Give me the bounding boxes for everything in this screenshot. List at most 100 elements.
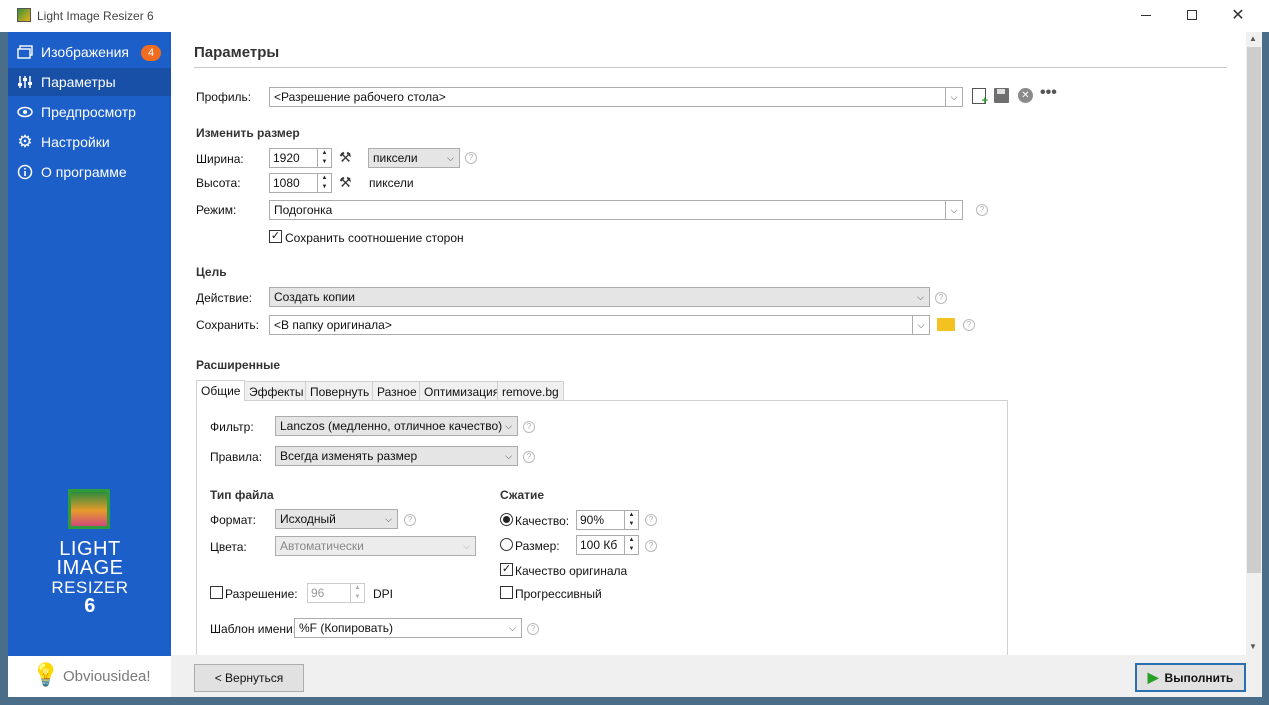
original-quality-checkbox[interactable]: ✓: [500, 563, 513, 576]
bottom-bar: [171, 655, 1262, 697]
action-select[interactable]: Создать копии ⌵: [269, 287, 930, 307]
scrollbar-thumb[interactable]: [1247, 47, 1261, 573]
help-icon[interactable]: ?: [404, 514, 416, 526]
rules-label: Правила:: [210, 450, 263, 464]
magic-wand-icon[interactable]: ⚒: [339, 149, 352, 166]
title-bar: Light Image Resizer 6 ✕: [0, 0, 1269, 32]
sidebar-item-label: О программе: [41, 164, 127, 180]
title-divider: [194, 67, 1227, 68]
spin-buttons[interactable]: ▲ ▼: [317, 174, 331, 192]
tab-general[interactable]: Общие: [196, 380, 246, 401]
mode-select[interactable]: Подогонка ⌵: [269, 200, 963, 220]
images-count-badge: 4: [141, 45, 161, 61]
new-profile-icon[interactable]: +: [972, 88, 988, 107]
quality-input[interactable]: 90% ▲ ▼: [576, 510, 639, 530]
folder-icon[interactable]: [937, 318, 955, 331]
play-icon: ▶: [1147, 669, 1159, 685]
progressive-checkbox[interactable]: [500, 586, 513, 599]
filter-select[interactable]: Lanczos (медленно, отличное качество) ⌵: [275, 416, 518, 436]
app-logo-text: LIGHT IMAGE RESIZER 6: [51, 538, 129, 617]
name-template-label: Шаблон имени:: [210, 622, 297, 636]
help-icon[interactable]: ?: [523, 421, 535, 433]
run-button[interactable]: ▶ Выполнить: [1135, 663, 1246, 692]
spin-buttons[interactable]: ▲ ▼: [350, 584, 364, 602]
more-options-icon[interactable]: •••: [1040, 85, 1058, 102]
filter-label: Фильтр:: [210, 420, 254, 434]
unit-select[interactable]: пиксели ⌵: [368, 148, 460, 168]
spin-buttons[interactable]: ▲ ▼: [624, 511, 638, 529]
help-icon[interactable]: ?: [645, 540, 657, 552]
profile-select[interactable]: <Разрешение рабочего стола> ⌵: [269, 87, 963, 107]
gear-icon: ⚙: [17, 132, 33, 151]
brand-box: 💡 Obviousidea!: [8, 656, 171, 697]
quality-radio[interactable]: [500, 513, 513, 526]
window-title: Light Image Resizer 6: [37, 9, 154, 23]
close-button[interactable]: ✕: [1223, 0, 1253, 30]
mode-label: Режим:: [196, 203, 237, 217]
chevron-down-icon: ⌵: [505, 420, 512, 431]
tab-optimization[interactable]: Оптимизация: [419, 381, 505, 401]
size-input[interactable]: 100 Кб ▲ ▼: [576, 535, 639, 555]
sliders-icon: [17, 74, 33, 90]
page-title: Параметры: [194, 44, 280, 61]
progressive-label: Прогрессивный: [515, 587, 602, 601]
minimize-button[interactable]: [1131, 0, 1161, 30]
help-icon[interactable]: ?: [523, 451, 535, 463]
height-label: Высота:: [196, 176, 241, 190]
action-label: Действие:: [196, 291, 253, 305]
format-select[interactable]: Исходный ⌵: [275, 509, 398, 529]
size-radio[interactable]: [500, 538, 513, 551]
sidebar-item-parameters[interactable]: Параметры: [8, 68, 171, 96]
save-destination-select[interactable]: <В папку оригинала> ⌵: [269, 315, 930, 335]
quality-label: Качество:: [515, 514, 570, 528]
chevron-down-icon: ⌵: [912, 316, 929, 334]
colors-label: Цвета:: [210, 540, 247, 554]
resize-header: Изменить размер: [196, 126, 300, 140]
save-label: Сохранить:: [196, 318, 259, 332]
chevron-down-icon: ⌵: [945, 88, 962, 106]
spin-buttons[interactable]: ▲ ▼: [624, 536, 638, 554]
help-icon[interactable]: ?: [527, 623, 539, 635]
height-unit-label: пиксели: [369, 176, 414, 190]
magic-wand-icon[interactable]: ⚒: [339, 174, 352, 191]
sidebar-item-about[interactable]: О программе: [8, 158, 171, 186]
maximize-button[interactable]: [1177, 0, 1207, 30]
size-label: Размер:: [515, 539, 560, 553]
help-icon[interactable]: ?: [645, 514, 657, 526]
sidebar-item-settings[interactable]: ⚙ Настройки: [8, 128, 171, 156]
width-input[interactable]: 1920 ▲ ▼: [269, 148, 332, 168]
tab-misc[interactable]: Разное: [372, 381, 422, 401]
tab-rotate[interactable]: Повернуть: [305, 381, 375, 401]
lightbulb-icon: 💡: [32, 662, 60, 687]
height-input[interactable]: 1080 ▲ ▼: [269, 173, 332, 193]
rules-select[interactable]: Всегда изменять размер ⌵: [275, 446, 518, 466]
resolution-checkbox[interactable]: [210, 586, 223, 599]
colors-select[interactable]: Автоматически ⌵: [275, 536, 476, 556]
advanced-header: Расширенные: [196, 358, 280, 372]
chevron-down-icon: ⌵: [385, 513, 392, 524]
tab-effects[interactable]: Эффекты: [244, 381, 309, 401]
width-label: Ширина:: [196, 152, 244, 166]
eye-icon: [17, 104, 33, 120]
help-icon[interactable]: ?: [976, 204, 988, 216]
info-icon: [17, 164, 33, 180]
keep-ratio-checkbox[interactable]: ✓: [269, 230, 282, 243]
spin-buttons[interactable]: ▲ ▼: [317, 149, 331, 167]
resolution-input[interactable]: 96 ▲ ▼: [307, 583, 365, 603]
save-profile-icon[interactable]: [994, 88, 1009, 103]
help-icon[interactable]: ?: [465, 152, 477, 164]
help-icon[interactable]: ?: [935, 292, 947, 304]
filetype-header: Тип файла: [210, 488, 274, 502]
profile-label: Профиль:: [196, 90, 252, 104]
scroll-down-icon[interactable]: ▼: [1249, 642, 1257, 651]
sidebar-item-preview[interactable]: Предпросмотр: [8, 98, 171, 126]
back-button[interactable]: < Вернуться: [194, 664, 304, 692]
tab-remove-bg[interactable]: remove.bg: [497, 381, 564, 401]
help-icon[interactable]: ?: [963, 319, 975, 331]
chevron-down-icon: ⌵: [463, 540, 470, 551]
scroll-up-icon[interactable]: ▲: [1249, 34, 1257, 43]
dpi-label: DPI: [373, 587, 394, 601]
name-template-select[interactable]: %F (Копировать) ⌵: [294, 618, 522, 638]
delete-profile-icon[interactable]: ✕: [1018, 88, 1033, 103]
sidebar-item-label: Параметры: [41, 74, 116, 90]
